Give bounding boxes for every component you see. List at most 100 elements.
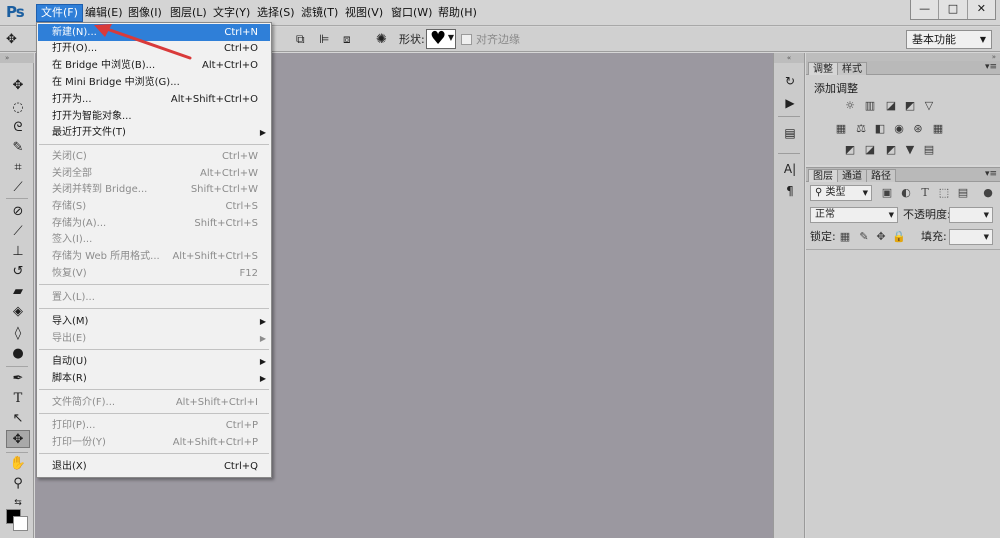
history-icon[interactable]: ↻ — [782, 73, 798, 89]
menu-item-scripts[interactable]: 脚本(R) ▶ — [38, 370, 270, 387]
pen-tool-icon[interactable]: ✒ — [8, 370, 28, 388]
paint-bucket-tool-icon[interactable]: ◈ — [8, 303, 28, 321]
path-alignment-icon[interactable]: ⊫ — [319, 31, 329, 48]
healing-brush-tool-icon[interactable]: ⊘ — [8, 203, 28, 221]
workspace-select[interactable]: 基本功能 ▼ — [906, 30, 992, 49]
menu-item-new[interactable]: 新建(N)... Ctrl+N — [38, 24, 270, 41]
custom-shape-tool-icon[interactable]: ✥ — [6, 31, 17, 48]
gradient-map-icon[interactable]: ▤ — [922, 144, 936, 156]
clone-stamp-tool-icon[interactable]: ⊥ — [8, 243, 28, 261]
custom-shape-tool-icon[interactable]: ✥ — [6, 430, 30, 448]
menu-item-close-all[interactable]: 关闭全部 Alt+Ctrl+W — [38, 165, 270, 182]
threshold-icon[interactable]: ◩ — [884, 144, 898, 156]
history-brush-tool-icon[interactable]: ↺ — [8, 263, 28, 281]
menu-item-browse-bridge[interactable]: 在 Bridge 中浏览(B)... Alt+Ctrl+O — [38, 57, 270, 74]
panel-menu-icon[interactable]: ▾≡ — [985, 62, 997, 72]
channel-mixer-icon[interactable]: ⊛ — [911, 123, 925, 135]
gear-icon[interactable]: ✺ — [376, 31, 387, 48]
hand-tool-icon[interactable]: ✋ — [8, 455, 28, 473]
menu-item-exit[interactable]: 退出(X) Ctrl+Q — [38, 458, 270, 475]
dodge-tool-icon[interactable]: ● — [8, 345, 28, 363]
panel-grip[interactable]: » — [806, 53, 1000, 61]
tab-styles[interactable]: 样式 — [837, 62, 867, 75]
opacity-input[interactable]: ▼ — [949, 207, 993, 223]
menu-type[interactable]: 文字(Y) — [209, 4, 254, 22]
exposure-icon[interactable]: ◩ — [903, 100, 917, 112]
menu-item-print-one-copy[interactable]: 打印一份(Y) Alt+Shift+Ctrl+P — [38, 434, 270, 451]
photo-filter-icon[interactable]: ◉ — [892, 123, 906, 135]
blur-tool-icon[interactable]: ◊ — [8, 325, 28, 343]
menu-layer[interactable]: 图层(L) — [166, 4, 211, 22]
color-lookup-icon[interactable]: ▦ — [931, 123, 945, 135]
menu-item-export[interactable]: 导出(E) ▶ — [38, 330, 270, 347]
character-icon[interactable]: A| — [782, 161, 798, 177]
path-selection-tool-icon[interactable]: ↖ — [8, 410, 28, 428]
lasso-tool-icon[interactable]: ᘓ — [8, 119, 28, 137]
type-layer-filter-icon[interactable]: T — [919, 187, 931, 199]
paragraph-icon[interactable]: ¶ — [782, 183, 798, 199]
menu-item-check-in[interactable]: 签入(I)... — [38, 231, 270, 248]
smart-object-filter-icon[interactable]: ▤ — [957, 187, 969, 199]
color-balance-icon[interactable]: ⚖ — [854, 123, 868, 135]
layer-filter-select[interactable]: ⚲ 类型 ▼ — [810, 185, 872, 201]
lock-position-icon[interactable]: ✥ — [875, 231, 887, 243]
tab-channels[interactable]: 通道 — [837, 169, 867, 182]
menu-window[interactable]: 窗口(W) — [387, 4, 436, 22]
menu-item-save-for-web[interactable]: 存储为 Web 所用格式... Alt+Shift+Ctrl+S — [38, 248, 270, 265]
brightness-icon[interactable]: ☼ — [843, 100, 857, 112]
adjustment-layer-filter-icon[interactable]: ◐ — [900, 187, 912, 199]
menu-item-open-as[interactable]: 打开为... Alt+Shift+Ctrl+O — [38, 91, 270, 108]
menu-item-save-as[interactable]: 存储为(A)... Shift+Ctrl+S — [38, 215, 270, 232]
vibrance-icon[interactable]: ▽ — [922, 100, 936, 112]
menu-edit[interactable]: 编辑(E) — [81, 4, 127, 22]
pixel-layer-filter-icon[interactable]: ▣ — [881, 187, 893, 199]
menu-item-open-smart-object[interactable]: 打开为智能对象... — [38, 108, 270, 125]
curves-icon[interactable]: ◪ — [884, 100, 898, 112]
menu-item-print[interactable]: 打印(P)... Ctrl+P — [38, 417, 270, 434]
tab-paths[interactable]: 路径 — [866, 169, 896, 182]
menu-image[interactable]: 图像(I) — [124, 4, 166, 22]
menu-item-save[interactable]: 存储(S) Ctrl+S — [38, 198, 270, 215]
shape-layer-filter-icon[interactable]: ⬚ — [938, 187, 950, 199]
actions-icon[interactable]: ▶ — [782, 95, 798, 111]
background-color-swatch[interactable] — [13, 516, 28, 531]
menu-item-close[interactable]: 关闭(C) Ctrl+W — [38, 148, 270, 165]
path-arrangement-icon[interactable]: ⧈ — [343, 31, 351, 48]
align-edges-checkbox[interactable] — [461, 34, 472, 45]
menu-item-automate[interactable]: 自动(U) ▶ — [38, 353, 270, 370]
black-white-icon[interactable]: ◧ — [873, 123, 887, 135]
menu-item-close-go-bridge[interactable]: 关闭并转到 Bridge... Shift+Ctrl+W — [38, 181, 270, 198]
panel-grip[interactable]: » — [0, 53, 34, 63]
filter-toggle-icon[interactable]: ● — [982, 187, 994, 199]
menu-item-import[interactable]: 导入(M) ▶ — [38, 313, 270, 330]
hue-saturation-icon[interactable]: ▦ — [834, 123, 848, 135]
menu-filter[interactable]: 滤镜(T) — [297, 4, 342, 22]
menu-item-revert[interactable]: 恢复(V) F12 — [38, 265, 270, 282]
path-operations-icon[interactable]: ⧉ — [296, 31, 305, 48]
eyedropper-tool-icon[interactable]: ⟋ — [8, 179, 28, 197]
blend-mode-select[interactable]: 正常 ▼ — [810, 207, 898, 223]
layer-comps-icon[interactable]: ▤ — [782, 125, 798, 141]
close-button[interactable]: ✕ — [966, 0, 995, 19]
type-tool-icon[interactable]: T — [8, 390, 28, 408]
menu-item-file-info[interactable]: 文件简介(F)... Alt+Shift+Ctrl+I — [38, 394, 270, 411]
zoom-tool-icon[interactable]: ⚲ — [8, 475, 28, 493]
menu-select[interactable]: 选择(S) — [253, 4, 299, 22]
quick-select-tool-icon[interactable]: ✎ — [8, 139, 28, 157]
eraser-tool-icon[interactable]: ▰ — [8, 283, 28, 301]
panel-menu-icon[interactable]: ▾≡ — [985, 169, 997, 179]
lock-pixels-icon[interactable]: ✎ — [858, 231, 870, 243]
move-tool-icon[interactable]: ✥ — [8, 77, 28, 95]
invert-icon[interactable]: ◩ — [843, 144, 857, 156]
fill-input[interactable]: ▼ — [949, 229, 993, 245]
panel-grip[interactable]: « — [774, 53, 804, 63]
tab-layers[interactable]: 图层 — [808, 169, 838, 182]
crop-tool-icon[interactable]: ⌗ — [8, 159, 28, 177]
menu-file[interactable]: 文件(F) — [36, 4, 83, 22]
lock-all-icon[interactable]: 🔒 — [892, 231, 906, 243]
menu-item-browse-mini-bridge[interactable]: 在 Mini Bridge 中浏览(G)... — [38, 74, 270, 91]
shape-picker[interactable]: ♥ ▼ — [426, 28, 456, 49]
menu-help[interactable]: 帮助(H) — [434, 4, 481, 22]
brush-tool-icon[interactable]: ⟋ — [8, 223, 28, 241]
levels-icon[interactable]: ▥ — [863, 100, 877, 112]
